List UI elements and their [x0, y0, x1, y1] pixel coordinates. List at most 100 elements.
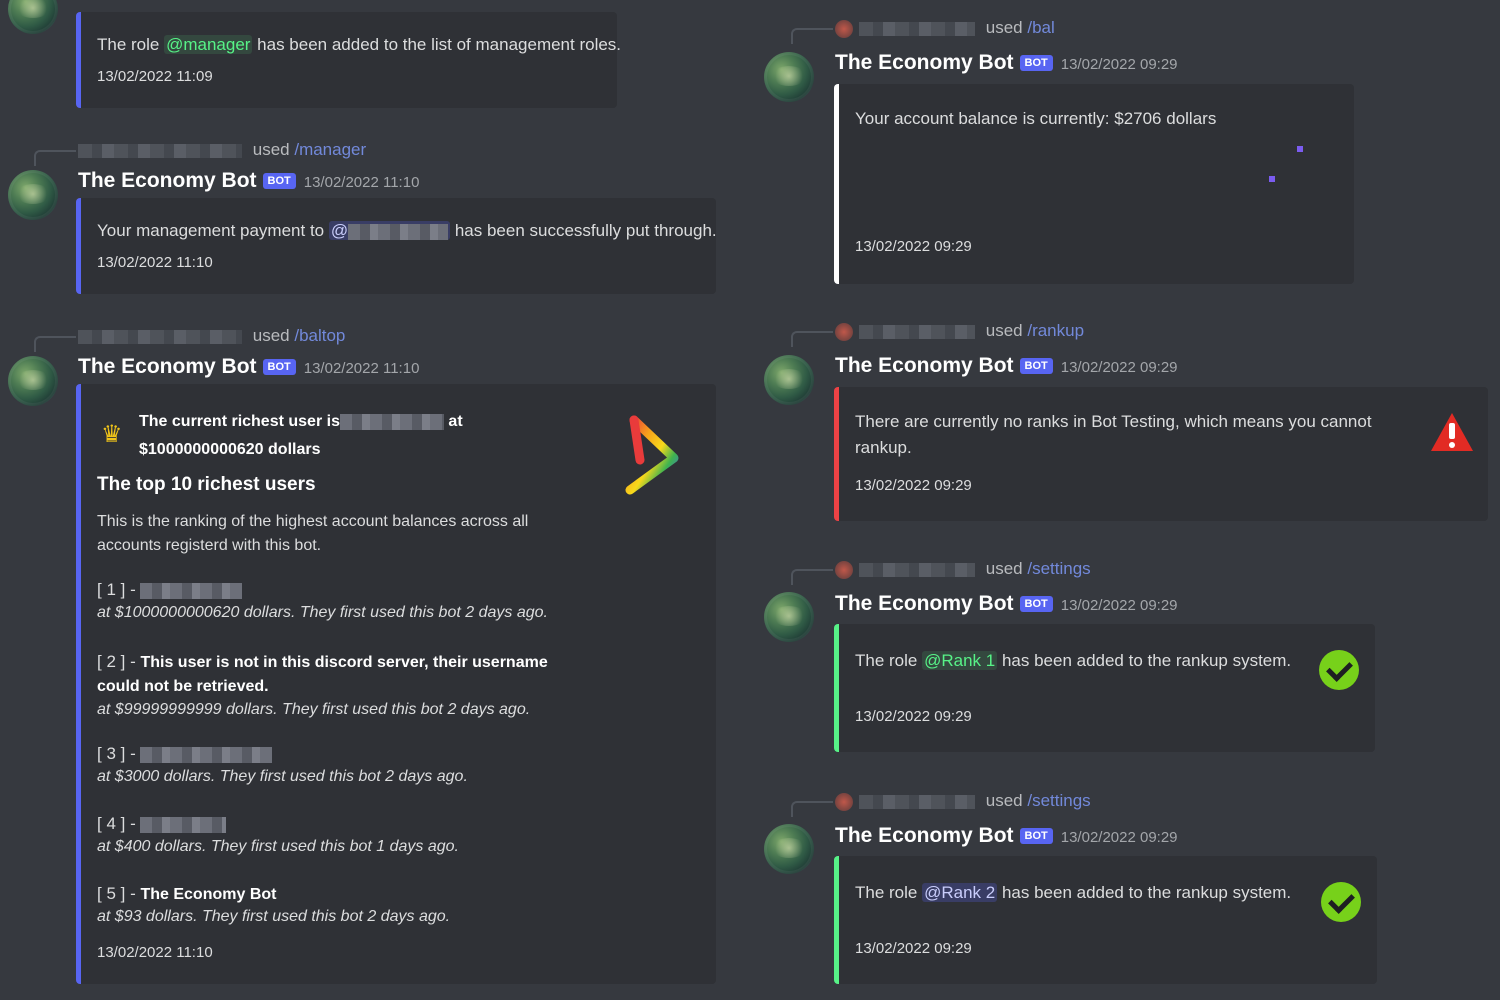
timestamp: 13/02/2022 11:10 [303, 360, 420, 377]
message-header: The Economy Bot BOT 13/02/2022 11:10 [78, 169, 419, 193]
embed: The role @manager has been added to the … [76, 12, 621, 108]
embed: The role @Rank 2 has been added to the r… [834, 856, 1377, 984]
message-header: The Economy Bot BOT 13/02/2022 11:10 [78, 355, 419, 379]
bot-tag: BOT [1019, 828, 1053, 844]
embed-text: has been added to the rankup system. [997, 883, 1292, 902]
blurred-username [859, 324, 975, 339]
embed-description: This is the ranking of the highest accou… [97, 513, 529, 554]
embed-title: The top 10 richest users [97, 474, 316, 495]
bot-tag: BOT [1019, 55, 1053, 71]
bot-name[interactable]: The Economy Bot [835, 592, 1014, 615]
user-avatar [835, 19, 853, 38]
reply-command[interactable]: /settings [1027, 559, 1090, 578]
reply-used: used [252, 140, 290, 159]
embed-text: The role [855, 651, 923, 670]
bot-avatar[interactable] [764, 52, 814, 102]
timestamp: 13/02/2022 09:29 [1060, 829, 1178, 846]
bot-avatar[interactable] [8, 356, 58, 406]
embed-text: The role [97, 35, 165, 54]
bot-name[interactable]: The Economy Bot [78, 169, 257, 192]
reply-used: used [985, 559, 1023, 578]
user-mention[interactable]: @ [328, 221, 451, 240]
baltop-embed: ♛ The current richest user is at $100000… [76, 384, 716, 984]
message-header: The Economy Bot BOT 13/02/2022 09:29 [835, 354, 1178, 378]
embed-footer: 13/02/2022 11:10 [97, 254, 213, 271]
embed-text: Your management payment to [97, 221, 329, 240]
embed-text: The role [855, 883, 923, 902]
blurred-username [859, 21, 975, 36]
rainbow-logo-icon [625, 415, 679, 495]
bot-tag: BOT [1019, 358, 1053, 374]
bot-avatar[interactable] [764, 592, 814, 642]
embed-footer: 13/02/2022 11:09 [97, 68, 213, 85]
thumbnail-dot [1297, 146, 1303, 152]
warning-icon [1431, 413, 1473, 451]
bot-avatar[interactable] [8, 0, 58, 34]
embed-footer: 13/02/2022 09:29 [855, 238, 972, 255]
richest-author: The current richest user is at $10000000… [139, 413, 463, 458]
embed-footer: 13/02/2022 09:29 [855, 477, 972, 494]
role-mention[interactable]: @Rank 1 [922, 651, 998, 670]
reply-reference[interactable]: used /rankup [791, 321, 1084, 347]
embed-text: has been successfully put through. [450, 221, 717, 240]
bot-name[interactable]: The Economy Bot [78, 355, 257, 378]
embed: There are currently no ranks in Bot Test… [834, 387, 1488, 521]
reply-command[interactable]: /manager [294, 140, 366, 159]
rank-entry: [ 2 ] - This user is not in this discord… [97, 652, 548, 718]
user-avatar [835, 560, 853, 579]
check-icon [1321, 882, 1361, 922]
message-header: The Economy Bot BOT 13/02/2022 09:29 [835, 824, 1178, 848]
timestamp: 13/02/2022 11:10 [303, 174, 420, 191]
timestamp: 13/02/2022 09:29 [1060, 597, 1178, 614]
embed-footer: 13/02/2022 11:10 [97, 944, 213, 961]
bot-avatar[interactable] [764, 824, 814, 874]
embed: The role @Rank 1 has been added to the r… [834, 624, 1375, 752]
blurred-username [859, 794, 975, 809]
bot-tag: BOT [1019, 596, 1053, 612]
reply-used: used [985, 791, 1023, 810]
message-header: The Economy Bot BOT 13/02/2022 09:29 [835, 51, 1178, 75]
embed: Your management payment to @ has been su… [76, 198, 717, 294]
embed-footer: 13/02/2022 09:29 [855, 708, 972, 725]
reply-reference[interactable]: used /baltop [34, 326, 345, 352]
bot-name[interactable]: The Economy Bot [835, 51, 1014, 74]
user-avatar [835, 792, 853, 811]
embed-text: has been added to the rankup system. [997, 651, 1292, 670]
rank-entry: [ 3 ] - at $3000 dollars. They first use… [97, 744, 468, 785]
rank-entry: [ 5 ] - The Economy Bot at $93 dollars. … [97, 884, 451, 925]
crown-icon: ♛ [101, 421, 123, 448]
bot-tag: BOT [262, 173, 296, 189]
message-header: The Economy Bot BOT 13/02/2022 09:29 [835, 592, 1178, 616]
role-mention[interactable]: @manager [164, 35, 253, 54]
blurred-username [78, 329, 242, 344]
blurred-username [859, 562, 975, 577]
reply-used: used [985, 321, 1023, 340]
rank-entry: [ 4 ] - at $400 dollars. They first used… [97, 814, 459, 855]
bot-name[interactable]: The Economy Bot [835, 354, 1014, 377]
rank-entry: [ 1 ] - at $1000000000620 dollars. They … [97, 580, 548, 621]
embed-text: There are currently no ranks in Bot Test… [855, 412, 1372, 457]
embed-text: has been added to the list of management… [252, 35, 622, 54]
reply-reference[interactable]: used /bal [791, 18, 1055, 44]
bot-name[interactable]: The Economy Bot [835, 824, 1014, 847]
embed-footer: 13/02/2022 09:29 [855, 940, 972, 957]
reply-used: used [985, 18, 1023, 37]
thumbnail-dot [1269, 176, 1275, 182]
reply-command[interactable]: /bal [1027, 18, 1054, 37]
timestamp: 13/02/2022 09:29 [1060, 359, 1178, 376]
reply-reference[interactable]: used /manager [34, 140, 366, 166]
user-avatar [835, 322, 853, 341]
embed: Your account balance is currently: $2706… [834, 84, 1354, 284]
bot-tag: BOT [262, 359, 296, 375]
check-icon [1319, 650, 1359, 690]
reply-used: used [252, 326, 290, 345]
reply-command[interactable]: /baltop [294, 326, 345, 345]
reply-command[interactable]: /settings [1027, 791, 1090, 810]
bot-avatar[interactable] [8, 170, 58, 220]
reply-command[interactable]: /rankup [1027, 321, 1084, 340]
reply-reference[interactable]: used /settings [791, 791, 1091, 817]
bot-avatar[interactable] [764, 355, 814, 405]
embed-text: Your account balance is currently: $2706… [855, 109, 1217, 128]
reply-reference[interactable]: used /settings [791, 559, 1091, 585]
role-mention[interactable]: @Rank 2 [922, 883, 998, 902]
